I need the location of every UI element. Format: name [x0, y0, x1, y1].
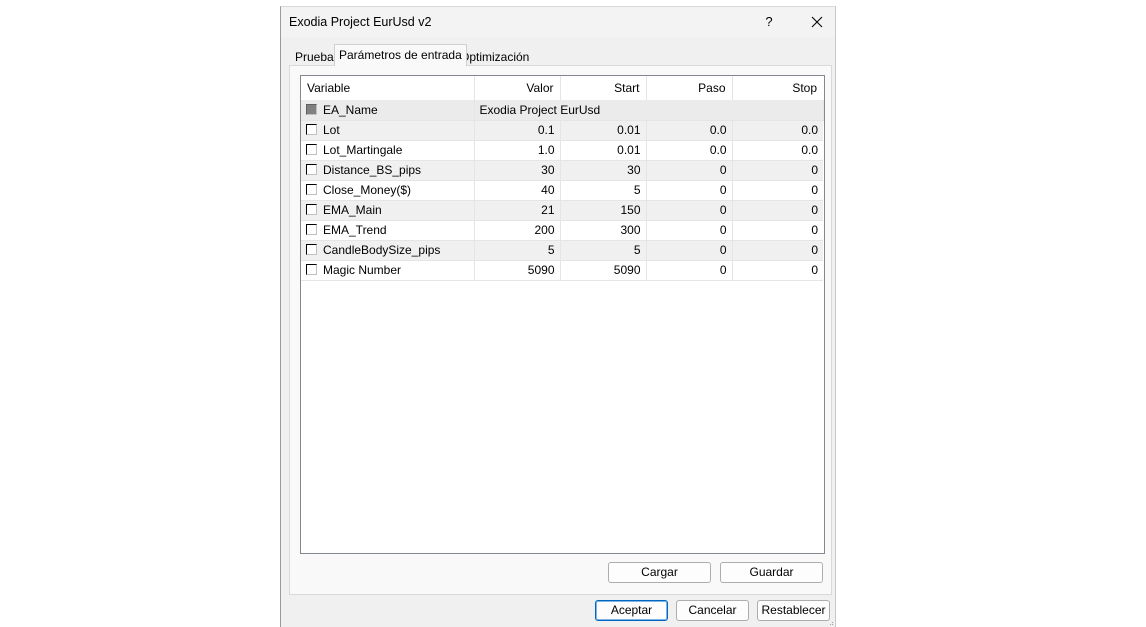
variable-name: Lot_Martingale	[323, 143, 403, 157]
variable-cell: Lot_Martingale	[301, 140, 475, 161]
start-cell[interactable]: 300	[560, 220, 647, 241]
stop-cell[interactable]: 0	[732, 260, 823, 281]
variable-name: Lot	[323, 123, 340, 137]
start-cell[interactable]: 0.01	[560, 120, 647, 141]
column-header-paso[interactable]: Paso	[646, 76, 733, 100]
stop-cell[interactable]: 0	[732, 160, 823, 181]
paso-cell[interactable]: 0	[646, 160, 733, 181]
valor-cell[interactable]: Exodia Project EurUsd	[474, 100, 824, 121]
table-row[interactable]: EMA_Main 21 150 0 0	[301, 200, 823, 221]
paso-cell[interactable]: 0	[646, 220, 733, 241]
paso-cell[interactable]: 0	[646, 180, 733, 201]
variable-name: CandleBodySize_pips	[323, 243, 441, 257]
start-cell[interactable]: 5	[560, 180, 647, 201]
load-button[interactable]: Cargar	[608, 562, 711, 583]
save-button[interactable]: Guardar	[720, 562, 823, 583]
variable-name: EA_Name	[323, 102, 378, 117]
column-header-stop[interactable]: Stop	[732, 76, 823, 100]
variable-name: EMA_Trend	[323, 223, 387, 237]
reset-button[interactable]: Restablecer	[757, 600, 830, 621]
table-row[interactable]: Close_Money($) 40 5 0 0	[301, 180, 823, 201]
valor-cell[interactable]: 0.1	[474, 120, 561, 141]
valor-cell[interactable]: 40	[474, 180, 561, 201]
variable-name: Distance_BS_pips	[323, 163, 422, 177]
stop-cell[interactable]: 0	[732, 220, 823, 241]
checkbox-icon[interactable]	[306, 144, 317, 155]
checkbox-icon	[306, 103, 317, 115]
table-row[interactable]: Magic Number 5090 5090 0 0	[301, 260, 823, 281]
table-row[interactable]: Distance_BS_pips 30 30 0 0	[301, 160, 823, 181]
accept-button[interactable]: Aceptar	[595, 600, 668, 621]
paso-cell[interactable]: 0	[646, 240, 733, 261]
column-header-start[interactable]: Start	[560, 76, 647, 100]
window-title: Exodia Project EurUsd v2	[289, 15, 432, 29]
table-header-row: Variable Valor Start Paso Stop	[301, 76, 823, 100]
paso-cell[interactable]: 0.0	[646, 120, 733, 141]
table-row[interactable]: Lot 0.1 0.01 0.0 0.0	[301, 120, 823, 141]
valor-cell[interactable]: 21	[474, 200, 561, 221]
start-cell[interactable]: 5	[560, 240, 647, 261]
tab-parametros-de-entrada[interactable]: Parámetros de entrada	[334, 44, 467, 66]
checkbox-icon[interactable]	[306, 224, 317, 235]
valor-cell[interactable]: 1.0	[474, 140, 561, 161]
title-bar[interactable]: Exodia Project EurUsd v2 ?	[281, 7, 835, 37]
start-cell[interactable]: 0.01	[560, 140, 647, 161]
resize-grip-icon[interactable]	[828, 620, 834, 626]
inputs-panel: Variable Valor Start Paso Stop EA_Name E…	[289, 65, 832, 595]
variable-name: Close_Money($)	[323, 183, 412, 197]
tab-optimizacion[interactable]: Optimización	[456, 48, 533, 66]
variable-name: Magic Number	[323, 263, 402, 277]
parameters-grid[interactable]: Variable Valor Start Paso Stop EA_Name E…	[300, 75, 825, 554]
column-header-valor[interactable]: Valor	[474, 76, 561, 100]
checkbox-icon[interactable]	[306, 164, 317, 175]
stop-cell[interactable]: 0.0	[732, 140, 823, 161]
checkbox-icon[interactable]	[306, 124, 317, 135]
expert-properties-dialog: Exodia Project EurUsd v2 ? Prueba Paráme…	[280, 6, 836, 627]
valor-cell[interactable]: 30	[474, 160, 561, 181]
tab-prueba[interactable]: Prueba	[291, 48, 338, 66]
table-row[interactable]: EA_Name Exodia Project EurUsd	[301, 100, 824, 121]
stop-cell[interactable]: 0	[732, 180, 823, 201]
column-header-variable[interactable]: Variable	[301, 76, 475, 100]
variable-cell: EMA_Main	[301, 200, 475, 221]
variable-cell: CandleBodySize_pips	[301, 240, 475, 261]
checkbox-icon[interactable]	[306, 184, 317, 195]
table-row[interactable]: Lot_Martingale 1.0 0.01 0.0 0.0	[301, 140, 823, 161]
variable-cell: Close_Money($)	[301, 180, 475, 201]
close-icon	[811, 16, 823, 28]
paso-cell[interactable]: 0	[646, 260, 733, 281]
paso-cell[interactable]: 0.0	[646, 140, 733, 161]
variable-cell: Lot	[301, 120, 475, 141]
stop-cell[interactable]: 0	[732, 240, 823, 261]
close-button[interactable]	[801, 10, 833, 34]
paso-cell[interactable]: 0	[646, 200, 733, 221]
start-cell[interactable]: 150	[560, 200, 647, 221]
checkbox-icon[interactable]	[306, 264, 317, 275]
help-icon: ?	[765, 14, 773, 29]
variable-cell: Distance_BS_pips	[301, 160, 475, 181]
help-button[interactable]: ?	[757, 10, 781, 34]
start-cell[interactable]: 30	[560, 160, 647, 181]
variable-cell: Magic Number	[301, 260, 475, 281]
variable-cell: EA_Name	[301, 100, 475, 121]
valor-cell[interactable]: 5090	[474, 260, 561, 281]
variable-cell: EMA_Trend	[301, 220, 475, 241]
checkbox-icon[interactable]	[306, 244, 317, 255]
valor-cell[interactable]: 200	[474, 220, 561, 241]
stop-cell[interactable]: 0	[732, 200, 823, 221]
start-cell[interactable]: 5090	[560, 260, 647, 281]
valor-cell[interactable]: 5	[474, 240, 561, 261]
table-row[interactable]: CandleBodySize_pips 5 5 0 0	[301, 240, 823, 261]
parameters-table: Variable Valor Start Paso Stop EA_Name E…	[301, 76, 824, 281]
table-row[interactable]: EMA_Trend 200 300 0 0	[301, 220, 823, 241]
cancel-button[interactable]: Cancelar	[676, 600, 749, 621]
checkbox-icon[interactable]	[306, 204, 317, 215]
stop-cell[interactable]: 0.0	[732, 120, 823, 141]
variable-name: EMA_Main	[323, 203, 382, 217]
